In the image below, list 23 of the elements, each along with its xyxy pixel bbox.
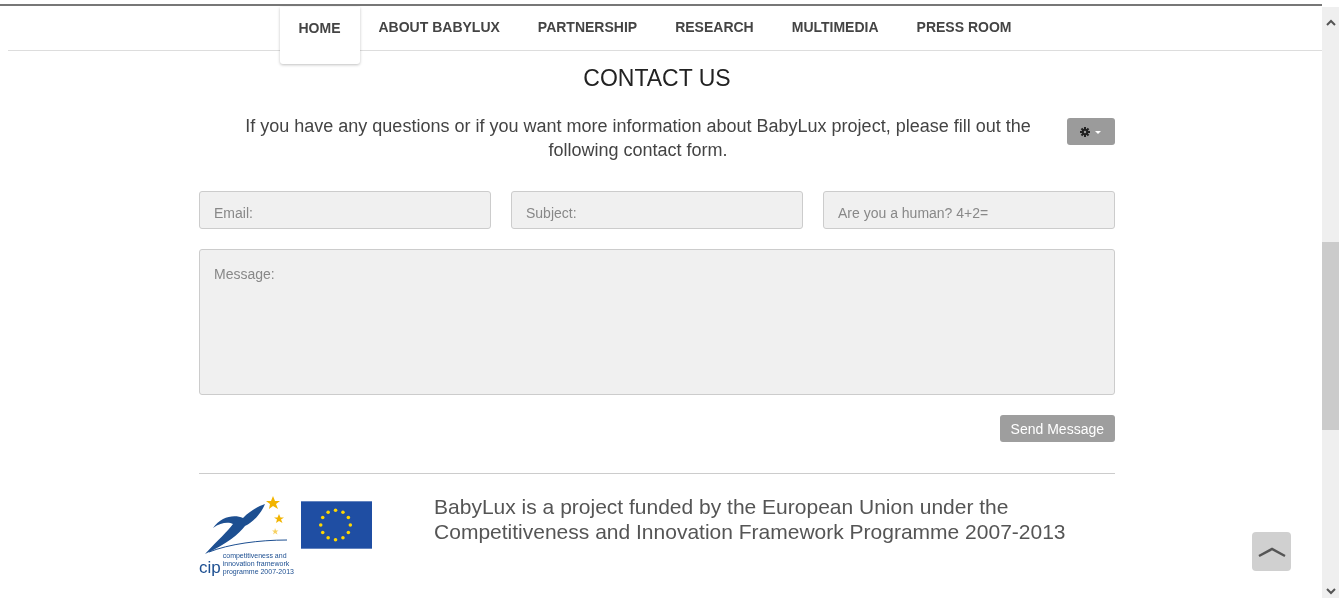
input-field[interactable]: Email:	[199, 191, 491, 229]
settings-icon	[1080, 126, 1102, 137]
back-to-top-button[interactable]	[1252, 532, 1291, 571]
page-title: CONTACT US	[582, 65, 732, 92]
nav-tab[interactable]: PARTNERSHIP	[518, 6, 657, 50]
nav-tab[interactable]: MULTIMEDIA	[772, 6, 898, 50]
nav-tab[interactable]: PRESS ROOM	[897, 6, 1031, 50]
eu-flag-icon	[301, 501, 373, 549]
input-field[interactable]: Subject:	[511, 191, 803, 229]
nav-tab[interactable]: RESEARCH	[656, 6, 773, 50]
nav-tab[interactable]: ABOUT BABYLUX	[359, 6, 519, 50]
nav-tab[interactable]: HOME	[279, 7, 360, 64]
chevron-up-icon	[1256, 545, 1287, 558]
funding-text: BabyLux is a project funded by the European Union under the Competitiveness and Innovation Framework Programme 2007-2013	[434, 494, 1067, 544]
logo-wordmark: cip	[199, 559, 221, 576]
scroll-down-icon[interactable]	[1324, 587, 1337, 595]
input-field[interactable]: Are you a human? 4+2=	[823, 191, 1115, 229]
intro-text: If you have any questions or if you want more information about BabyLux project, please fill out the following contact form.	[244, 115, 1032, 162]
message-field[interactable]: Message:	[199, 249, 1115, 395]
scrollbar[interactable]	[1322, 7, 1339, 598]
settings-dropdown-button[interactable]	[1067, 118, 1115, 145]
scrollbar-thumb[interactable]	[1322, 242, 1339, 430]
scroll-up-icon[interactable]	[1324, 19, 1337, 27]
